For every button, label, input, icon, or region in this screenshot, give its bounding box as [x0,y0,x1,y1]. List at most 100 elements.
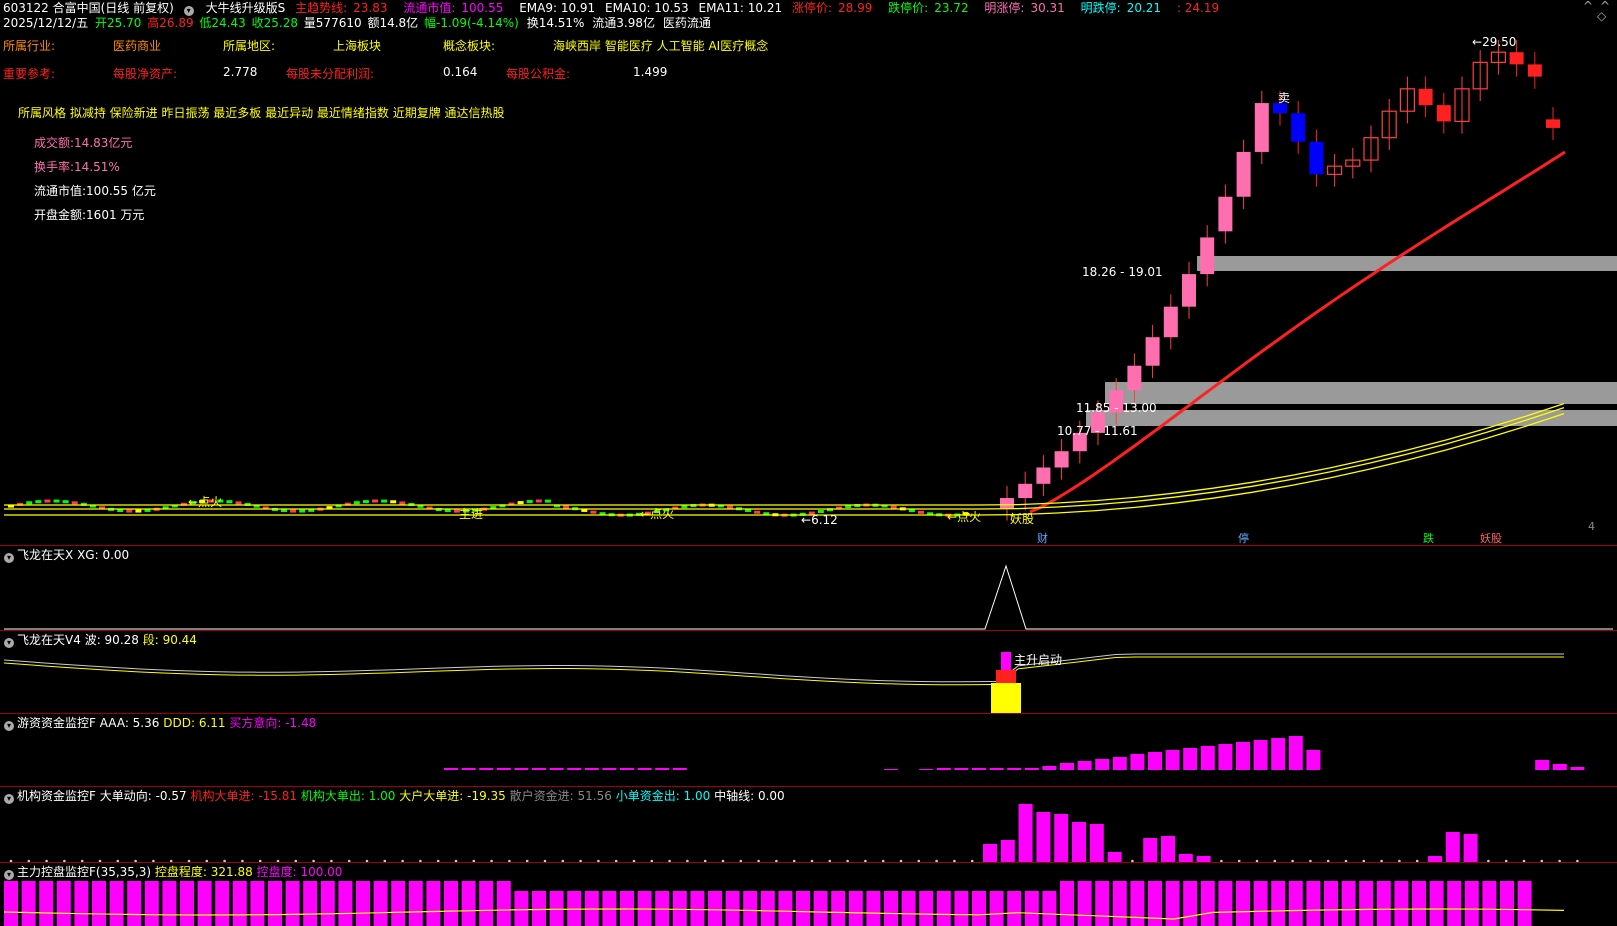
panel-2-settings-icon[interactable]: ▾ [4,638,14,648]
aaa-bar [532,768,546,770]
control-bar [356,881,370,926]
control-bar [162,881,177,926]
control-bar [338,881,353,926]
panel-4-big: 大单动向: -0.57 [99,789,187,803]
aaa-bar [1007,768,1022,770]
big-order-bar [983,844,997,862]
candle [1163,306,1178,338]
candle [890,505,897,509]
aaa-bar [514,768,529,770]
main-start-bar-yellow [991,683,1021,714]
panel-4-title[interactable]: 机构资金监控F [17,789,96,803]
control-bar [1130,881,1145,926]
yao-label: 妖股 [1010,512,1035,526]
candle [535,499,542,503]
panel-1-settings-icon[interactable]: ▾ [4,553,14,563]
control-bar [532,891,546,926]
aaa-bar [567,768,582,770]
big-order-bar [1054,814,1069,862]
big-order-bar [1089,824,1104,862]
control-bar [1412,881,1426,926]
panel-5-settings-icon[interactable]: ▾ [4,870,14,880]
candle [372,499,378,503]
panel-5-degree: 控盘程度: 321.88 [154,865,253,879]
aaa-bar [1288,736,1303,770]
control-bar [1306,881,1321,926]
control-bar [1253,881,1268,926]
control-bar [989,891,1004,926]
control-bar [496,881,511,926]
control-bar [1271,881,1286,926]
price-chart[interactable] [0,0,1617,926]
control-bar [743,891,758,926]
panel-3-settings-icon[interactable]: ▾ [4,721,14,731]
aaa-bar [1271,738,1286,770]
candle [1145,337,1160,366]
separator-2 [0,630,1617,631]
control-bar [1482,881,1497,926]
aaa-bar [1218,744,1233,770]
control-bar [303,881,318,926]
control-bar [232,881,247,926]
aaa-bar [1165,750,1180,770]
control-bar [1517,881,1532,926]
candle [62,500,69,504]
panel-4-big-in: 大户大单进: -19.35 [399,789,506,803]
big-order-bar [1036,812,1051,862]
candle [35,500,42,504]
candle [1200,237,1215,275]
candle [353,501,360,505]
aaa-bar [989,768,1004,770]
aaa-bar [1024,768,1039,770]
control-bar [760,891,775,926]
panel-2-wave: 波: 90.28 [84,633,139,647]
aaa-bar [1077,761,1092,770]
aaa-bar [919,769,934,770]
aaa-bar [1183,748,1198,770]
control-bar [197,881,212,926]
zone-low-label: 10.77 - 11.61 [1057,424,1138,438]
control-bar [4,881,18,926]
control-bar [461,881,476,926]
aaa-bar [1060,763,1074,770]
control-bar [1200,881,1215,926]
control-bar [56,881,71,926]
control-bar [725,891,740,926]
control-bar [919,891,934,926]
panel-5-title[interactable]: 主力控盘监控F(35,35,3) [17,865,151,879]
candle [126,509,133,513]
big-order-bar [1143,838,1158,862]
control-bar [1324,881,1338,926]
control-bar [127,881,142,926]
aaa-bar [1095,759,1110,770]
panel-1-title[interactable]: 飞龙在天X [17,548,73,562]
panel-4-settings-icon[interactable]: ▾ [4,794,14,804]
panel-4-small-out: 小单资金出: 1.00 [615,789,711,803]
aaa-bar [1552,764,1567,770]
panel-2-title[interactable]: 飞龙在天V4 [17,633,81,647]
control-bar [690,891,705,926]
aaa-bar [1253,740,1268,770]
control-bar [408,881,423,926]
control-bar [426,881,441,926]
control-bar [796,891,810,926]
min-price-value: 6.12 [811,513,838,527]
candle [918,510,924,514]
control-bar [884,891,898,926]
separator-4 [0,786,1617,787]
candle [526,500,533,504]
control-bar [1218,881,1233,926]
aaa-bar [1570,767,1585,770]
panel-1-value: XG: 0.00 [77,548,130,562]
candle [1182,274,1196,307]
control-bar [74,881,89,926]
panel-4-in: 机构大单进: -15.81 [190,789,298,803]
wave-line [3,653,1564,683]
control-bar [1376,881,1391,926]
control-bar [1464,881,1479,926]
control-bar [1500,881,1514,926]
candle [1018,483,1033,499]
candle [1236,151,1251,197]
candle [362,500,369,504]
panel-3-title[interactable]: 游资资金监控F [17,716,96,730]
